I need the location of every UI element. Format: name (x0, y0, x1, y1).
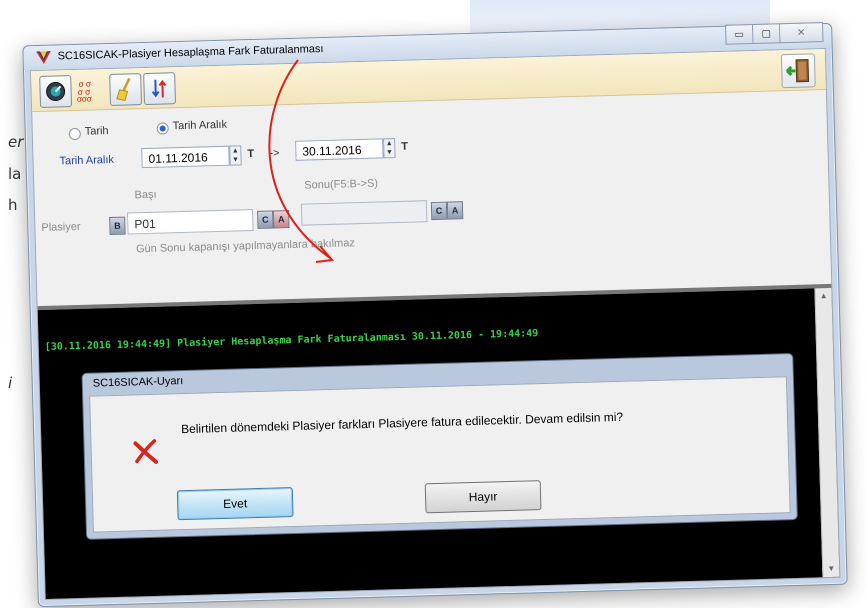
minimize-button[interactable]: ▭ (725, 24, 754, 45)
sort-button[interactable] (143, 72, 177, 106)
sort-icon (151, 79, 167, 98)
window-title: SC16SICAK-Plasiyer Hesaplaşma Fark Fatur… (57, 43, 324, 63)
background-text-fragment: er (8, 133, 24, 151)
gauge-icon (46, 82, 66, 102)
range-arrow: -> (269, 147, 280, 160)
scroll-down-icon[interactable]: ▼ (823, 561, 839, 577)
window-controls: ▭ ▢ ✕ (725, 22, 824, 45)
yes-button[interactable]: Evet (176, 487, 294, 521)
group-icon: ơ ơ ơ ơ ơơơ (77, 80, 92, 102)
dialog-title: SC16SICAK-Uyarı (92, 375, 184, 390)
dialog-message: Belirtilen dönemdeki Plasiyer farkları P… (180, 409, 624, 437)
console-scrollbar[interactable]: ▲ ▼ (814, 287, 840, 578)
close-button[interactable]: ✕ (779, 22, 824, 44)
radio-tarih-araligi[interactable] (156, 122, 169, 135)
plasiyer-end-a-button[interactable]: A (446, 201, 464, 220)
error-x-icon (133, 439, 158, 464)
plasiyer-label: Plasiyer (41, 220, 81, 234)
sonu-label: Sonu(F5:B->S) (304, 177, 379, 192)
log-console: [30.11.2016 19:44:49] Plasiyer Hesaplaşm… (37, 287, 840, 599)
svg-text:ơơơ: ơơơ (77, 95, 92, 102)
clear-button[interactable] (109, 73, 143, 106)
gauge-button[interactable] (39, 75, 73, 108)
plasiyer-start-input[interactable]: P01 (127, 209, 254, 235)
radio-tarih[interactable] (68, 127, 81, 141)
app-window: SC16SICAK-Plasiyer Hesaplaşma Fark Fatur… (22, 22, 848, 608)
radio-tarih-label: Tarih (84, 125, 109, 138)
broom-icon (116, 77, 131, 102)
maximize-button[interactable]: ▢ (752, 23, 781, 44)
dialog-body: Belirtilen dönemdeki Plasiyer farkları P… (89, 376, 791, 533)
warning-dialog: SC16SICAK-Uyarı Belirtilen dönemdeki Pla… (81, 353, 798, 540)
plasiyer-start-c-button[interactable]: C (257, 210, 274, 229)
date-range-label: Tarih Aralık (59, 153, 115, 168)
window-client-area: ơ ơ ơ ơ ơơơ Tarih Tarih Aralık Tarih Ara… (30, 47, 841, 601)
start-date-t-button[interactable]: T (247, 148, 254, 160)
group-button[interactable]: ơ ơ ơ ơ ơơơ (75, 74, 106, 105)
end-date-t-button[interactable]: T (401, 141, 408, 153)
no-button[interactable]: Hayır (424, 480, 542, 514)
start-date-input[interactable]: 01.11.2016 (141, 145, 230, 169)
end-date-spinner[interactable]: ▲ ▼ (383, 138, 396, 159)
background-text-fragment: h (8, 196, 18, 214)
start-date-spinner[interactable]: ▲ ▼ (229, 145, 242, 166)
plasiyer-end-c-button[interactable]: C (430, 201, 448, 221)
plasiyer-end-input[interactable] (300, 200, 428, 226)
log-line: [30.11.2016 19:44:49] Plasiyer Hesaplaşm… (44, 328, 539, 353)
background-text-fragment: i (8, 374, 13, 392)
plasiyer-start-a-button[interactable]: A (273, 210, 290, 229)
background-text-fragment: la (8, 165, 22, 183)
scroll-up-icon[interactable]: ▲ (815, 288, 831, 304)
app-logo-icon (36, 51, 51, 64)
exit-button[interactable] (780, 53, 816, 89)
radio-tarih-araligi-label: Tarih Aralık (172, 118, 228, 133)
plasiyer-b-button[interactable]: B (109, 216, 126, 236)
basi-label: Başı (134, 188, 157, 202)
end-date-input[interactable]: 30.11.2016 (295, 138, 384, 161)
exit-door-icon (785, 58, 810, 83)
gun-sonu-note: Gün Sonu kapanışı yapılmayanlara bakılma… (135, 237, 356, 256)
